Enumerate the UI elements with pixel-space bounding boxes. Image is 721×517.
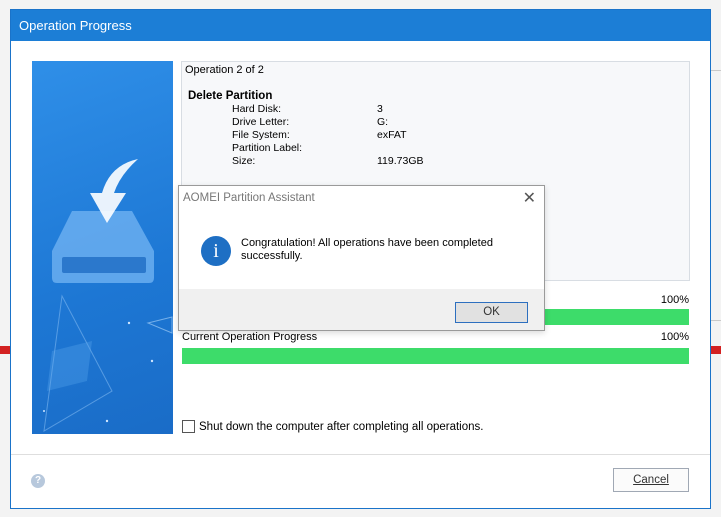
dialog-footer: OK [179, 289, 544, 330]
shutdown-checkbox-label[interactable]: Shut down the computer after completing … [199, 421, 483, 433]
current-progress-label: Current Operation Progress [182, 331, 318, 343]
detail-value: G: [377, 116, 389, 128]
window-title: Operation Progress [19, 18, 132, 33]
current-progress-bar [182, 348, 689, 364]
shutdown-option[interactable]: Shut down the computer after completing … [182, 420, 483, 433]
information-icon: i [201, 236, 231, 266]
completion-dialog: AOMEI Partition Assistant ✕ i Congratula… [178, 185, 545, 331]
dialog-title: AOMEI Partition Assistant [183, 192, 315, 204]
background-red-bar [0, 346, 10, 354]
shutdown-checkbox[interactable] [182, 420, 195, 433]
detail-key: Drive Letter: [232, 116, 290, 128]
close-icon[interactable]: ✕ [523, 188, 536, 208]
background-divider [711, 320, 721, 321]
cancel-button-label: Cancel [633, 474, 669, 486]
background-divider [711, 70, 721, 71]
title-bar: Operation Progress [11, 10, 710, 41]
cancel-button[interactable]: Cancel [613, 468, 689, 492]
detail-key: Partition Label: [232, 142, 303, 154]
detail-value: exFAT [377, 129, 407, 141]
footer-divider [11, 454, 710, 455]
current-progress-percent: 100% [660, 331, 689, 343]
detail-key: File System: [232, 129, 290, 141]
detail-value: 3 [377, 103, 383, 115]
help-icon[interactable]: ? [31, 474, 45, 488]
operation-counter: Operation 2 of 2 [185, 64, 264, 76]
detail-key: Hard Disk: [232, 103, 282, 115]
dialog-message: Congratulation! All operations have been… [241, 237, 493, 262]
overall-progress-percent: 100% [660, 294, 689, 306]
current-progress-fill [182, 348, 689, 364]
detail-key: Size: [232, 155, 256, 167]
detail-value: 119.73GB [377, 155, 424, 167]
background-red-bar [711, 346, 721, 354]
side-illustration [32, 61, 173, 434]
operation-heading: Delete Partition [188, 90, 273, 102]
ok-button[interactable]: OK [455, 302, 528, 323]
download-drive-illustration [43, 159, 173, 432]
